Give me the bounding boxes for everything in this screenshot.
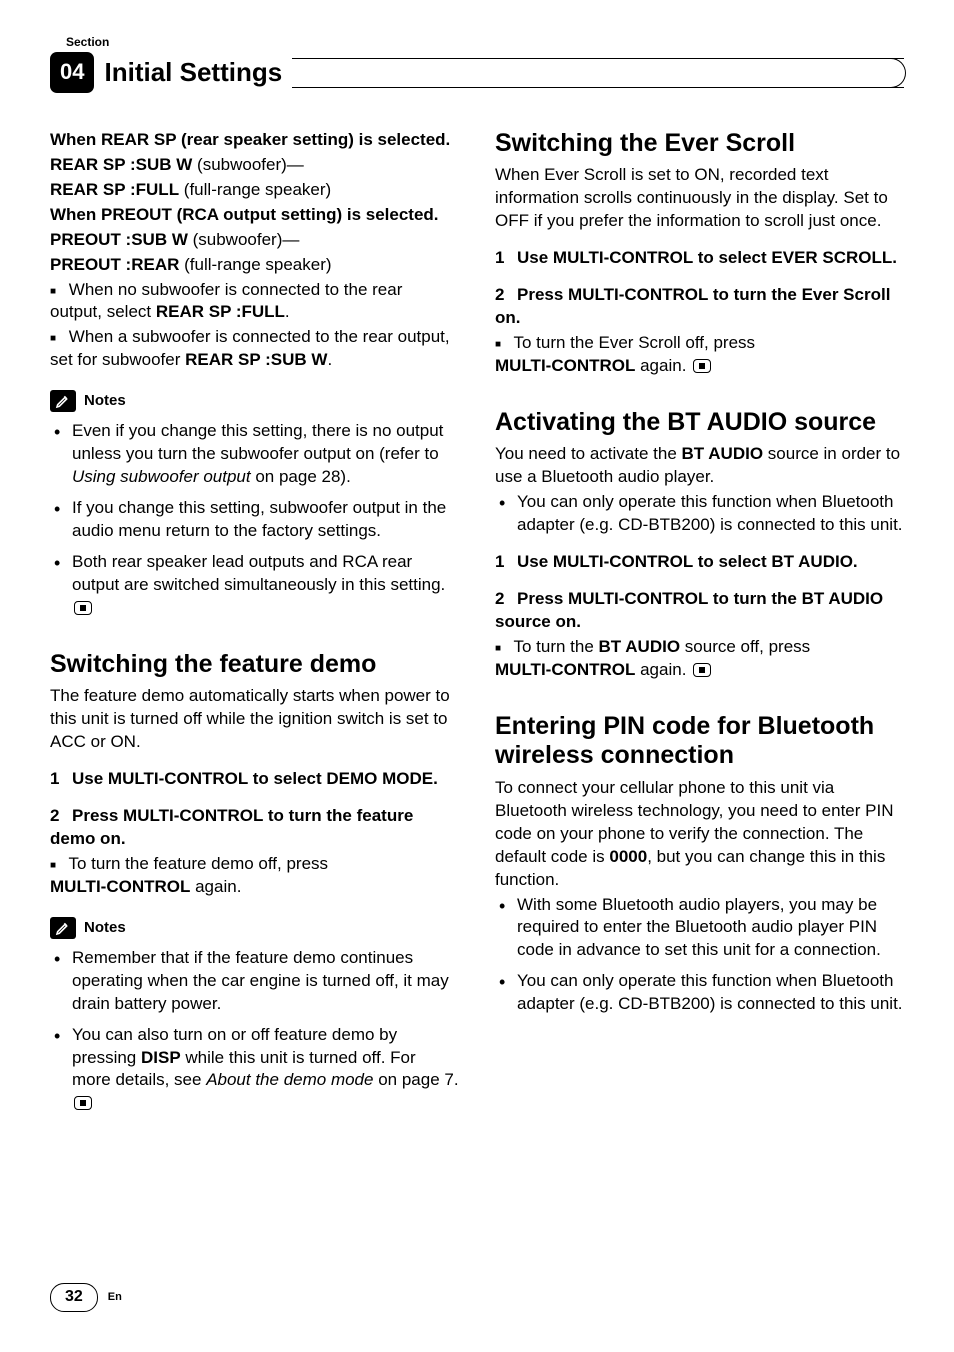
demo-notes-list: Remember that if the feature demo contin… (50, 947, 459, 1116)
language-label: En (108, 1290, 122, 1305)
rear-sp-sub: REAR SP :SUB W (subwoofer)— (50, 154, 459, 177)
list-item: You can also turn on or off feature demo… (50, 1024, 459, 1116)
section-end-icon (74, 601, 92, 615)
notes-header: Notes (50, 390, 459, 412)
section-end-icon (693, 663, 711, 677)
pin-intro: To connect your cellular phone to this u… (495, 777, 904, 892)
header-rule (292, 56, 904, 90)
list-item: You can only operate this function when … (495, 970, 904, 1016)
list-item: With some Bluetooth audio players, you m… (495, 894, 904, 963)
notes-label: Notes (84, 918, 126, 938)
page-footer: 32 En (50, 1283, 122, 1312)
preout-rear: PREOUT :REAR (full-range speaker) (50, 254, 459, 277)
section-end-icon (74, 1096, 92, 1110)
pencil-icon (50, 390, 76, 412)
preout-heading: When PREOUT (RCA output setting) is sele… (50, 204, 459, 227)
rear-sp-full: REAR SP :FULL (full-range speaker) (50, 179, 459, 202)
left-column: When REAR SP (rear speaker setting) is s… (50, 129, 459, 1123)
ever-step-1: 1Use MULTI-CONTROL to select EVER SCROLL… (495, 247, 904, 270)
demo-step-1: 1Use MULTI-CONTROL to select DEMO MODE. (50, 768, 459, 791)
pencil-icon (50, 917, 76, 939)
list-item: Both rear speaker lead outputs and RCA r… (50, 551, 459, 620)
list-item: If you change this setting, subwoofer ou… (50, 497, 459, 543)
heading-bt-audio: Activating the BT AUDIO source (495, 408, 904, 438)
heading-feature-demo: Switching the feature demo (50, 650, 459, 680)
page-number: 32 (50, 1283, 98, 1312)
demo-intro: The feature demo automatically starts wh… (50, 685, 459, 754)
chapter-header: 04 Initial Settings (50, 52, 904, 93)
bt-bullet-list: You can only operate this function when … (495, 491, 904, 537)
preout-sub: PREOUT :SUB W (subwoofer)— (50, 229, 459, 252)
bt-step-2: 2Press MULTI-CONTROL to turn the BT AUDI… (495, 588, 904, 634)
section-number-badge: 04 (50, 52, 94, 93)
subwoofer-note-2: When a subwoofer is connected to the rea… (50, 326, 459, 372)
bt-intro: You need to activate the BT AUDIO source… (495, 443, 904, 489)
notes-list: Even if you change this setting, there i… (50, 420, 459, 620)
ever-step-2: 2Press MULTI-CONTROL to turn the Ever Sc… (495, 284, 904, 330)
list-item: Even if you change this setting, there i… (50, 420, 459, 489)
right-column: Switching the Ever Scroll When Ever Scro… (495, 129, 904, 1123)
section-label: Section (66, 34, 904, 50)
notes-header-2: Notes (50, 917, 459, 939)
ever-intro: When Ever Scroll is set to ON, recorded … (495, 164, 904, 233)
notes-label: Notes (84, 391, 126, 411)
pin-bullet-list: With some Bluetooth audio players, you m… (495, 894, 904, 1017)
chapter-title: Initial Settings (104, 55, 282, 90)
bt-step-1: 1Use MULTI-CONTROL to select BT AUDIO. (495, 551, 904, 574)
section-end-icon (693, 359, 711, 373)
rear-sp-heading: When REAR SP (rear speaker setting) is s… (50, 129, 459, 152)
subwoofer-note-1: When no subwoofer is connected to the re… (50, 279, 459, 325)
ever-substep: To turn the Ever Scroll off, press MULTI… (495, 332, 904, 378)
heading-ever-scroll: Switching the Ever Scroll (495, 129, 904, 159)
demo-step-2: 2Press MULTI-CONTROL to turn the feature… (50, 805, 459, 851)
demo-substep: To turn the feature demo off, press MULT… (50, 853, 459, 899)
heading-pin: Entering PIN code for Bluetooth wireless… (495, 712, 904, 771)
list-item: Remember that if the feature demo contin… (50, 947, 459, 1016)
bt-substep: To turn the BT AUDIO source off, press M… (495, 636, 904, 682)
list-item: You can only operate this function when … (495, 491, 904, 537)
